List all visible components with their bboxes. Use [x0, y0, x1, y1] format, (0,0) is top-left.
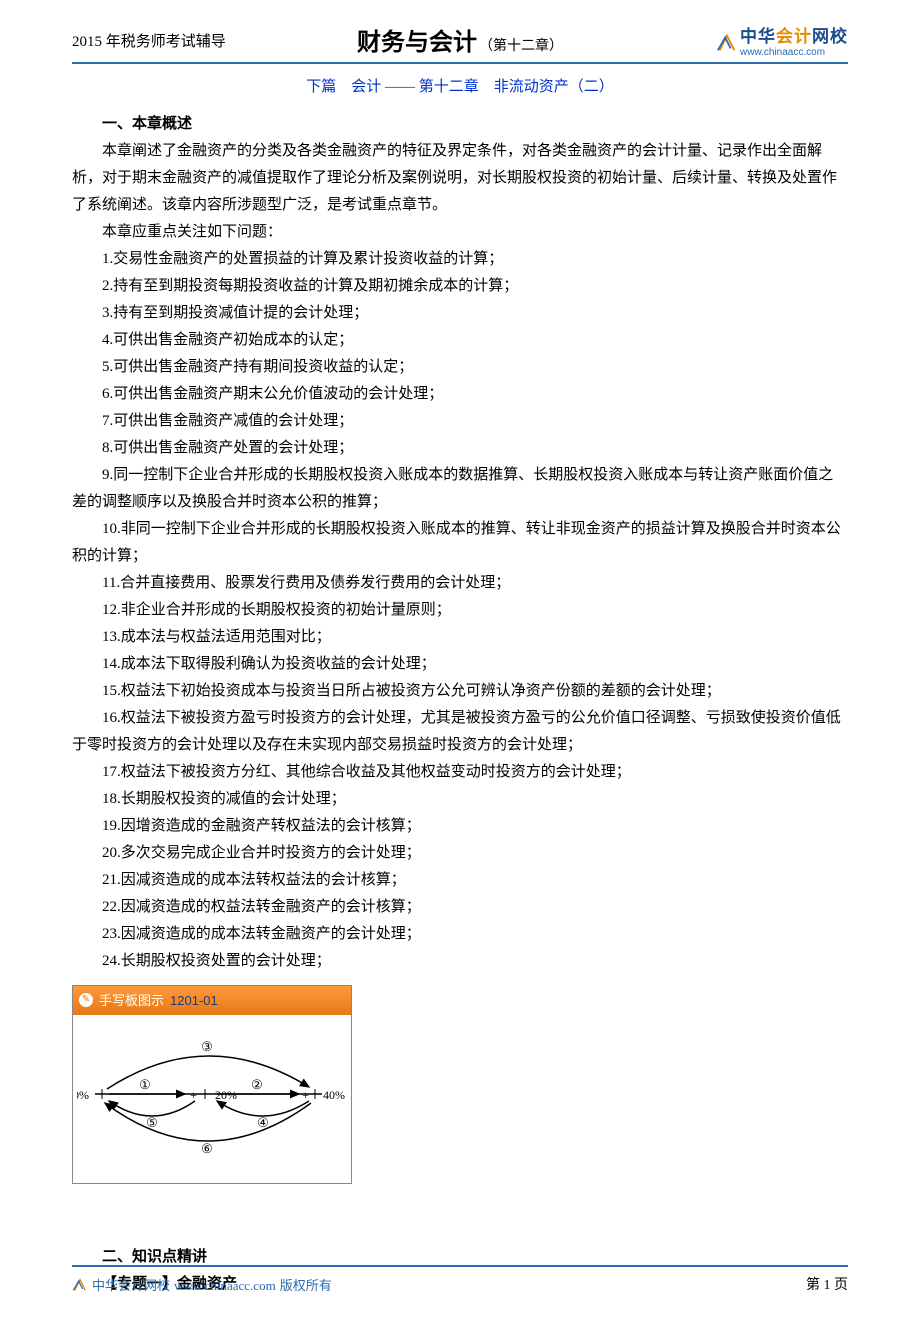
list-item: 16.权益法下被投资方盈亏时投资方的会计处理，尤其是被投资方盈亏的公允价值口径调…	[72, 705, 848, 759]
arc-3-label: ③	[201, 1039, 213, 1054]
logo-cn-suffix: 网校	[812, 27, 848, 46]
list-item: 23.因减资造成的成本法转金融资产的会计处理；	[72, 921, 848, 948]
diagram-node-mid-val: 20%	[215, 1088, 237, 1102]
diagram-header: ✎ 手写板图示 1201-01	[73, 986, 351, 1015]
list-item: 17.权益法下被投资方分红、其他综合收益及其他权益变动时投资方的会计处理；	[72, 759, 848, 786]
handwriting-diagram-box: ✎ 手写板图示 1201-01 10%	[72, 985, 352, 1184]
diagram-node-left: 10%	[77, 1088, 89, 1102]
logo-cn-accent: 会计	[776, 27, 812, 46]
list-item: 7.可供出售金融资产减值的会计处理；	[72, 408, 848, 435]
list-item: 6.可供出售金融资产期末公允价值波动的会计处理；	[72, 381, 848, 408]
list-item: 19.因增资造成的金融资产转权益法的会计核算；	[72, 813, 848, 840]
section-1: 一、本章概述 本章阐述了金融资产的分类及各类金融资产的特征及界定条件，对各类金融…	[72, 111, 848, 975]
logo-text: 中华会计网校 www.chinaacc.com	[740, 28, 848, 58]
logo-cn: 中华会计网校	[740, 28, 848, 47]
transition-diagram-icon: 10% ① ② ③ ④ ⑤ ⑥	[77, 1019, 347, 1169]
list-item: 20.多次交易完成企业合并时投资方的会计处理；	[72, 840, 848, 867]
logo-cn-prefix: 中华	[740, 27, 776, 46]
list-item: 3.持有至到期投资减值计提的会计处理；	[72, 300, 848, 327]
diagram-code: 1201-01	[170, 989, 218, 1012]
footer-brand: 中华会计网校	[92, 1274, 170, 1297]
diagram-body: 10% ① ② ③ ④ ⑤ ⑥	[73, 1015, 351, 1183]
list-item: 11.合并直接费用、股票发行费用及债券发行费用的会计处理；	[72, 570, 848, 597]
header-title-sub: （第十二章）	[479, 34, 563, 59]
list-item: 18.长期股权投资的减值的会计处理；	[72, 786, 848, 813]
section1-focus-intro: 本章应重点关注如下问题：	[72, 219, 848, 246]
chapter-title: 下篇 会计 —— 第十二章 非流动资产（二）	[72, 74, 848, 101]
list-item: 8.可供出售金融资产处置的会计处理；	[72, 435, 848, 462]
list-item: 5.可供出售金融资产持有期间投资收益的认定；	[72, 354, 848, 381]
header-title-main: 财务与会计	[357, 21, 477, 64]
document-page: 2015 年税务师考试辅导 财务与会计 （第十二章） 中华会计网校 www.ch…	[0, 0, 920, 1328]
list-item: 10.非同一控制下企业合并形成的长期股权投资入账成本的推算、转让非现金资产的损益…	[72, 516, 848, 570]
footer-logo-icon	[72, 1277, 88, 1293]
list-item: 24.长期股权投资处置的会计处理；	[72, 948, 848, 975]
brand-logo: 中华会计网校 www.chinaacc.com	[716, 28, 848, 58]
page-footer: 中华会计网校 www.chinaacc.com 版权所有 第 1 页	[72, 1265, 848, 1298]
arc-1-label: ①	[139, 1077, 151, 1092]
svg-text:+: +	[190, 1088, 197, 1102]
list-item: 22.因减资造成的权益法转金融资产的会计核算；	[72, 894, 848, 921]
logo-url: www.chinaacc.com	[740, 47, 848, 58]
footer-copyright: 版权所有	[280, 1274, 332, 1297]
pencil-icon: ✎	[79, 993, 93, 1007]
list-item: 14.成本法下取得股利确认为投资收益的会计处理；	[72, 651, 848, 678]
svg-text:+: +	[302, 1088, 309, 1102]
footer-row: 中华会计网校 www.chinaacc.com 版权所有 第 1 页	[72, 1273, 848, 1298]
list-item: 9.同一控制下企业合并形成的长期股权投资入账成本的数据推算、长期股权投资入账成本…	[72, 462, 848, 516]
section1-overview: 本章阐述了金融资产的分类及各类金融资产的特征及界定条件，对各类金融资产的会计计量…	[72, 138, 848, 219]
page-header: 2015 年税务师考试辅导 财务与会计 （第十二章） 中华会计网校 www.ch…	[72, 28, 848, 58]
header-left-text: 2015 年税务师考试辅导	[72, 29, 226, 56]
diagram-title: 手写板图示	[99, 989, 164, 1012]
arc-2-label: ②	[251, 1077, 263, 1092]
footer-left: 中华会计网校 www.chinaacc.com 版权所有	[72, 1274, 332, 1297]
list-item: 1.交易性金融资产的处置损益的计算及累计投资收益的计算；	[72, 246, 848, 273]
list-item: 15.权益法下初始投资成本与投资当日所占被投资方公允可辨认净资产份额的差额的会计…	[72, 678, 848, 705]
logo-mark-icon	[716, 32, 738, 54]
section1-heading: 一、本章概述	[72, 111, 848, 138]
list-item: 13.成本法与权益法适用范围对比；	[72, 624, 848, 651]
list-item: 2.持有至到期投资每期投资收益的计算及期初摊余成本的计算；	[72, 273, 848, 300]
arc-6-label: ⑥	[201, 1141, 213, 1156]
list-item: 21.因减资造成的成本法转权益法的会计核算；	[72, 867, 848, 894]
footer-url: www.chinaacc.com	[174, 1274, 276, 1297]
diagram-node-right-val: 40%	[323, 1088, 345, 1102]
page-number: 第 1 页	[806, 1273, 848, 1298]
footer-divider	[72, 1265, 848, 1267]
list-item: 12.非企业合并形成的长期股权投资的初始计量原则；	[72, 597, 848, 624]
header-center: 财务与会计 （第十二章）	[357, 21, 563, 64]
list-item: 4.可供出售金融资产初始成本的认定；	[72, 327, 848, 354]
